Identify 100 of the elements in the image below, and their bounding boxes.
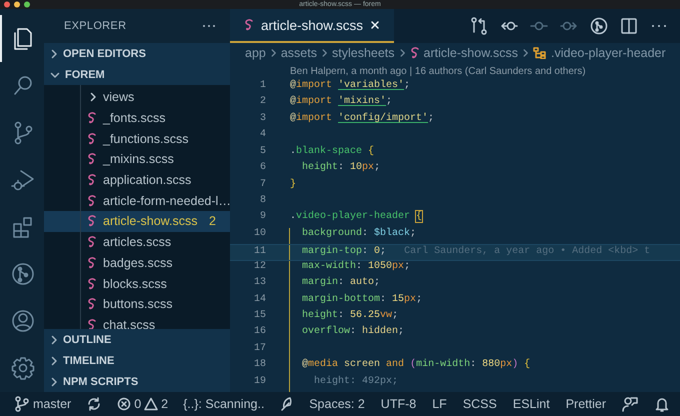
line-number: 1 xyxy=(258,80,266,93)
file-item[interactable]: buttons.scss xyxy=(44,294,230,315)
folder-item[interactable]: views xyxy=(44,87,230,108)
code-line: @import 'variables'; xyxy=(290,80,410,93)
scss-file-icon xyxy=(87,256,97,269)
file-item[interactable]: chat.scss xyxy=(44,314,230,329)
status-item[interactable]: UTF-8 xyxy=(380,397,416,411)
scss-file-icon xyxy=(87,298,97,310)
chevron-right-icon xyxy=(270,48,277,58)
code-line: overflow: hidden; xyxy=(289,326,404,343)
status-item[interactable]: LF xyxy=(432,397,447,411)
code-line: height: 10px; xyxy=(301,162,380,176)
status-item[interactable]: Spaces: 2 xyxy=(309,397,365,411)
problems-status[interactable]: 0 2 xyxy=(117,397,168,411)
code-line: @import 'config/import'; xyxy=(290,112,434,126)
git-graph-icon[interactable] xyxy=(590,17,608,35)
code-line: margin: auto; xyxy=(289,277,380,294)
status-item[interactable]: Prettier xyxy=(566,397,606,411)
status-item[interactable]: ESLint xyxy=(512,397,550,411)
scss-file-icon xyxy=(87,318,97,329)
code-line: @import 'mixins'; xyxy=(290,96,392,110)
line-number: 11 xyxy=(252,245,266,260)
branch-status[interactable]: master xyxy=(14,396,72,412)
scss-file-icon xyxy=(87,112,97,124)
line-number: 6 xyxy=(258,162,266,176)
code-line: max-width: 1050px; xyxy=(289,260,410,278)
file-item[interactable]: article-show.scss 2 xyxy=(44,211,230,232)
line-number: 19 xyxy=(252,376,266,389)
section-header[interactable]: TIMELINE xyxy=(44,350,230,371)
line-number: 17 xyxy=(252,342,266,356)
file-item[interactable]: _mixins.scss xyxy=(44,149,230,170)
line-number: 3 xyxy=(258,112,266,126)
breadcrumb-folder[interactable]: assets xyxy=(280,46,317,60)
scss-file-icon xyxy=(87,236,97,248)
breadcrumb-file[interactable]: article-show.scss xyxy=(424,46,518,60)
scss-file-icon xyxy=(244,19,254,31)
line-number: 16 xyxy=(252,326,266,340)
window-controls-icon xyxy=(3,1,33,8)
line-number: 14 xyxy=(252,294,266,307)
code-line: margin-top: 0; xyxy=(289,245,386,260)
section-header[interactable]: OUTLINE xyxy=(44,329,230,350)
line-number: 8 xyxy=(258,194,266,208)
problem-count: 2 xyxy=(209,214,216,228)
scss-file-icon xyxy=(87,194,97,207)
scss-file-icon xyxy=(410,47,420,59)
chevron-right-icon xyxy=(50,356,58,366)
branch-icon xyxy=(14,396,30,412)
split-editor-icon[interactable] xyxy=(620,17,638,35)
chevron-right-icon xyxy=(398,48,406,58)
line-number: 10 xyxy=(252,228,266,241)
blame-annotation: Ben Halpern, a month ago | 16 authors (Carl Saunders and others) xyxy=(289,65,587,79)
more-icon xyxy=(202,24,216,28)
file-item[interactable]: articles.scss xyxy=(44,232,230,252)
chevron-down-icon xyxy=(50,70,60,78)
scss-file-icon xyxy=(87,278,97,290)
line-number: 7 xyxy=(258,178,266,192)
breadcrumb-symbol[interactable]: .video-player-header xyxy=(551,46,666,60)
file-item[interactable]: blocks.scss xyxy=(44,273,230,294)
code-line: height: 56.25vw; xyxy=(289,310,398,326)
breadcrumb-folder[interactable]: app xyxy=(245,46,266,60)
file-item[interactable]: badges.scss xyxy=(44,252,230,274)
chevron-right-icon xyxy=(50,334,58,344)
code-line: .blank-space { xyxy=(290,146,374,159)
warning-icon xyxy=(144,397,158,411)
sync-icon xyxy=(86,396,102,412)
error-icon xyxy=(117,397,132,411)
section-header[interactable]: NPM SCRIPTS xyxy=(44,371,230,392)
line-number: 4 xyxy=(258,129,266,142)
chevron-right-icon xyxy=(50,48,58,58)
section-header[interactable]: OPEN EDITORS xyxy=(44,43,230,64)
chevron-right-icon xyxy=(321,48,328,58)
editor-tab[interactable]: article-show.scss xyxy=(230,9,394,43)
breadcrumb-folder[interactable]: stylesheets xyxy=(332,46,395,60)
status-item[interactable]: {..}: Scanning.. xyxy=(183,397,264,411)
chevron-right-icon xyxy=(522,48,530,58)
chevron-right-icon xyxy=(89,92,97,102)
status-item[interactable]: SCSS xyxy=(462,397,497,411)
explorer-title: EXPLORER xyxy=(64,20,126,32)
file-item[interactable]: application.scss xyxy=(44,170,230,190)
line-number: 13 xyxy=(252,277,266,290)
line-number: 12 xyxy=(252,260,266,274)
file-item[interactable]: _functions.scss xyxy=(44,128,230,150)
compare-changes-icon[interactable] xyxy=(470,17,488,35)
inline-blame: Carl Saunders, a year ago • Added <kbd> t xyxy=(404,245,650,260)
file-item[interactable]: article-form-needed-l… xyxy=(44,190,230,212)
symbol-tree-icon xyxy=(533,47,548,59)
code-line: @media screen and (min-width: 880px) { xyxy=(289,359,530,376)
code-line: .video-player-header { xyxy=(290,211,422,224)
file-item[interactable]: _fonts.scss xyxy=(44,108,230,128)
line-number: 5 xyxy=(258,146,266,159)
feedback-icon xyxy=(622,396,638,412)
scss-file-icon xyxy=(87,132,97,145)
code-line: margin-bottom: 15px; xyxy=(289,294,422,310)
line-number: 9 xyxy=(258,211,266,224)
scss-file-icon xyxy=(87,215,97,228)
scss-file-icon xyxy=(87,153,97,166)
section-header[interactable]: FOREM xyxy=(44,64,230,85)
line-number: 2 xyxy=(258,96,266,110)
chevron-right-icon xyxy=(50,376,58,386)
code-line: } xyxy=(290,178,296,192)
